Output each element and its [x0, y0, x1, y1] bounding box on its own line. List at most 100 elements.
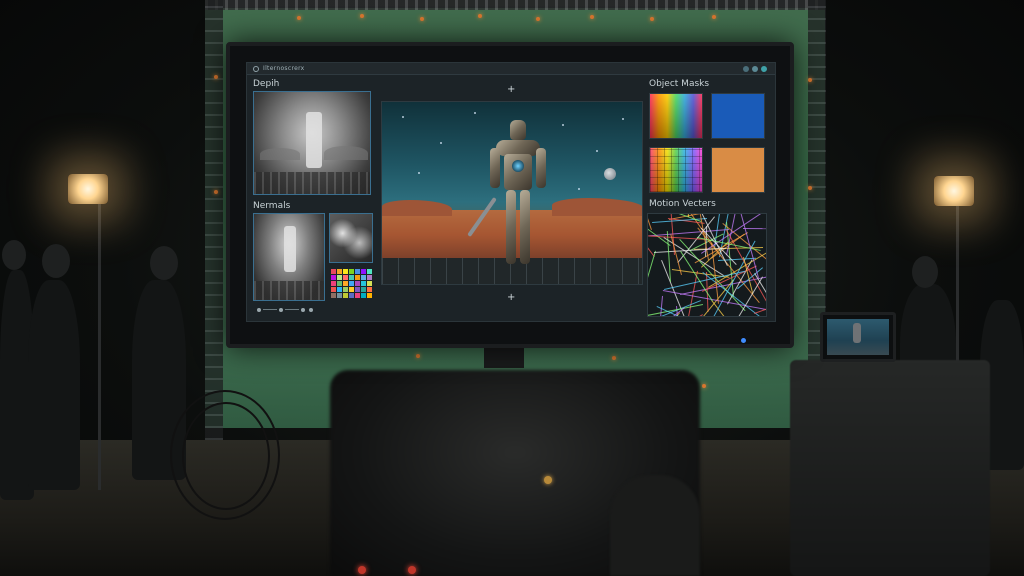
color-id-swatches	[331, 269, 372, 298]
object-masks-label: Object Masks	[649, 79, 710, 89]
color-swatch	[355, 293, 360, 298]
monitor-power-led	[741, 338, 746, 343]
ceiling-light-dot	[808, 78, 812, 82]
color-swatch	[361, 281, 366, 286]
normals-pass-panel[interactable]	[253, 213, 325, 301]
color-swatch	[331, 275, 336, 280]
star	[562, 124, 564, 126]
ceiling-light-dot	[214, 190, 218, 194]
keyframe-icon[interactable]	[301, 308, 305, 312]
camera-cart	[790, 360, 990, 576]
timeline-track	[263, 309, 277, 310]
playhead-icon[interactable]	[279, 308, 283, 312]
studio-light-left	[68, 174, 108, 204]
orange-mask-tile[interactable]	[711, 147, 765, 193]
ceiling-light-dot	[297, 16, 301, 20]
studio-scene: Ilternoscrerx Depih Nermals + + Object M…	[0, 0, 1024, 576]
play-icon[interactable]	[257, 308, 261, 312]
star	[402, 116, 404, 118]
mesa	[382, 200, 452, 216]
timeline-track	[285, 309, 299, 310]
normals-label: Nermals	[253, 201, 291, 211]
motion-vector-line	[742, 228, 766, 230]
motion-vectors-panel[interactable]	[647, 213, 767, 317]
ceiling-light-dot	[536, 17, 540, 21]
color-swatch	[331, 269, 336, 274]
normals-figure	[284, 226, 296, 272]
color-swatch	[337, 281, 342, 286]
color-swatch	[343, 287, 348, 292]
color-swatch	[361, 275, 366, 280]
color-swatch	[367, 275, 372, 280]
mesa	[552, 198, 642, 216]
compositor-app: Ilternoscrerx Depih Nermals + + Object M…	[246, 62, 776, 322]
color-swatch	[349, 269, 354, 274]
hill-shape	[324, 146, 368, 160]
color-swatch	[367, 287, 372, 292]
light-stand	[98, 190, 101, 490]
ceiling-light-dot	[420, 17, 424, 21]
ceiling-light-dot	[650, 17, 654, 21]
color-swatch	[337, 269, 342, 274]
motion-vectors-label: Motion Vecters	[649, 199, 716, 209]
crew-head	[150, 246, 178, 280]
ceiling-light-dot	[702, 384, 706, 388]
star	[578, 188, 580, 190]
title-bar: Ilternoscrerx	[247, 63, 775, 75]
blue-mask-tile[interactable]	[711, 93, 765, 139]
color-swatch	[355, 269, 360, 274]
color-swatch	[337, 287, 342, 292]
color-swatch	[361, 287, 366, 292]
color-swatch	[361, 293, 366, 298]
crew-person	[28, 280, 80, 490]
color-swatch	[349, 287, 354, 292]
color-swatch	[355, 287, 360, 292]
robot-core	[512, 160, 524, 172]
color-swatch	[367, 281, 372, 286]
ceiling-light-dot	[590, 15, 594, 19]
field-monitor	[820, 312, 896, 362]
robot-arm	[536, 148, 546, 188]
grid-mask-tile[interactable]	[649, 147, 703, 193]
truss-top	[205, 0, 825, 10]
depth-pass-panel[interactable]	[253, 91, 371, 195]
app-title: Ilternoscrerx	[263, 65, 305, 72]
robot-arm	[490, 148, 500, 188]
star	[596, 150, 598, 152]
normals-detail-panel[interactable]	[329, 213, 373, 263]
color-swatch	[331, 293, 336, 298]
playback-controls[interactable]	[257, 306, 317, 314]
crew-head	[912, 256, 938, 288]
crew-head	[42, 244, 70, 278]
depth-label: Depih	[253, 79, 280, 89]
planet	[604, 168, 616, 180]
ceiling-light-dot	[808, 186, 812, 190]
keyframe-icon[interactable]	[309, 308, 313, 312]
window-control-icon[interactable]	[752, 66, 758, 72]
color-swatch	[343, 275, 348, 280]
color-swatch	[355, 275, 360, 280]
robot-leg	[520, 190, 530, 264]
cable-coil	[182, 402, 270, 510]
color-swatch	[343, 269, 348, 274]
rig-indicator-led	[408, 566, 416, 574]
star	[440, 142, 442, 144]
app-icon	[253, 66, 259, 72]
color-swatch	[343, 293, 348, 298]
window-control-icon[interactable]	[743, 66, 749, 72]
viewport-crosshair-bottom: +	[507, 292, 516, 303]
star	[622, 118, 624, 120]
truss-left	[205, 0, 223, 440]
color-swatch	[331, 287, 336, 292]
studio-light-right	[934, 176, 974, 206]
ceiling-light-dot	[712, 15, 716, 19]
main-viewport[interactable]	[381, 101, 643, 285]
color-swatch	[331, 281, 336, 286]
viewport-crosshair-top: +	[507, 84, 516, 95]
robot-leg	[506, 190, 516, 264]
ceiling-light-dot	[612, 356, 616, 360]
motion-vector-line	[648, 250, 656, 300]
window-control-icon[interactable]	[761, 66, 767, 72]
color-swatch	[367, 293, 372, 298]
rainbow-mask-tile[interactable]	[649, 93, 703, 139]
